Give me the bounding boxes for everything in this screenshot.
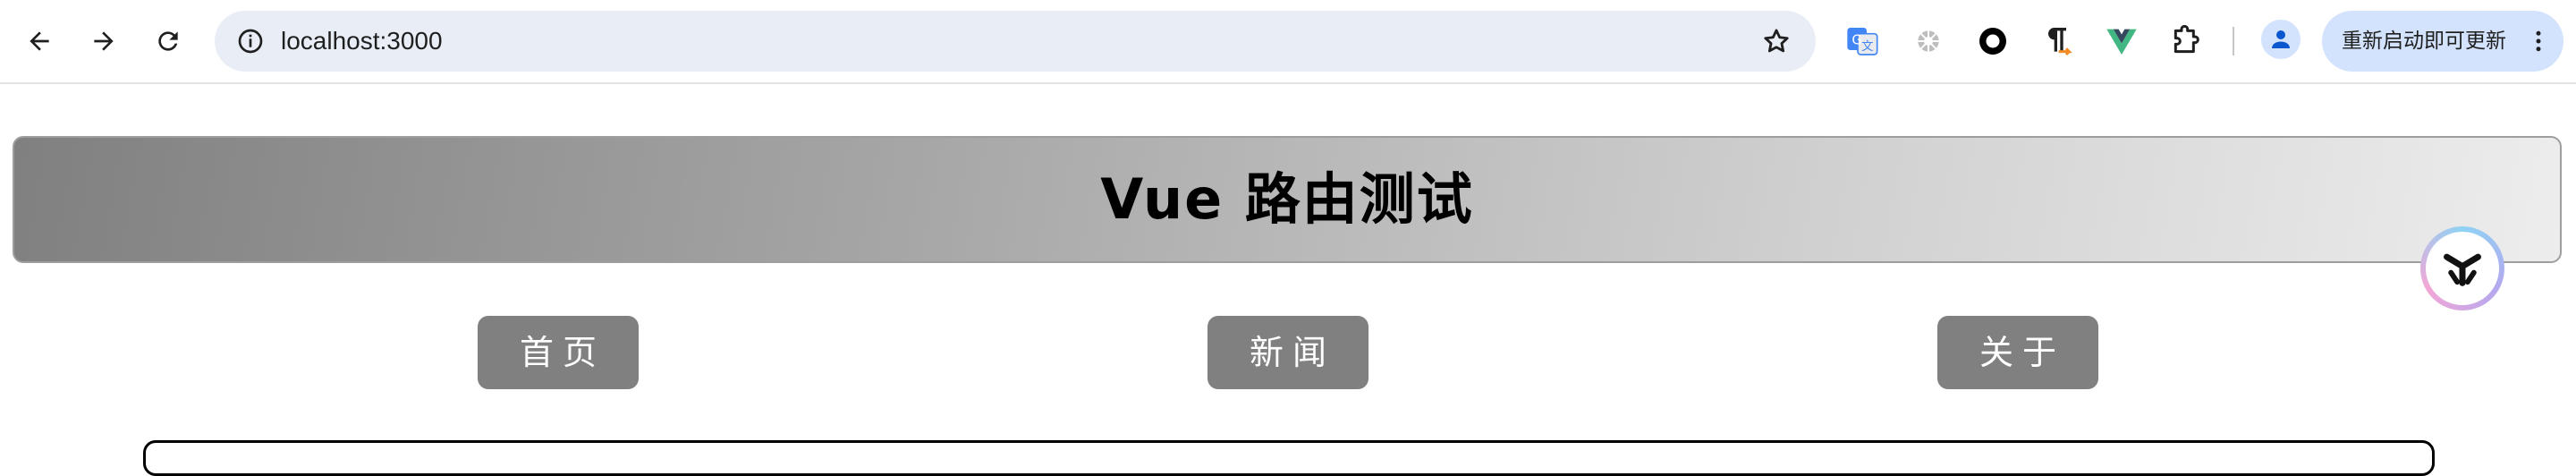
reload-button[interactable] xyxy=(143,16,193,66)
arrow-left-icon xyxy=(30,31,49,51)
assistant-floating-button[interactable] xyxy=(2420,226,2504,310)
pilcrow-extension-icon xyxy=(2048,28,2072,56)
browser-menu-button[interactable] xyxy=(2524,27,2553,55)
pilcrow-extension[interactable] xyxy=(2036,20,2079,63)
google-translate-extension[interactable]: G 文 xyxy=(1841,20,1884,63)
star-icon xyxy=(1764,29,1789,53)
nav-link-news[interactable]: 新闻 xyxy=(1208,316,1368,389)
url-text[interactable]: localhost:3000 xyxy=(281,11,443,72)
person-icon xyxy=(2272,30,2290,48)
extension-gear-icon xyxy=(1918,30,1939,52)
router-view-container xyxy=(143,440,2435,476)
forward-button[interactable] xyxy=(79,16,129,66)
vue-devtools-extension[interactable] xyxy=(2100,20,2143,63)
assistant-logo-icon xyxy=(2444,253,2481,286)
toolbar-divider xyxy=(2233,27,2234,55)
more-vertical-icon xyxy=(2536,30,2541,52)
relaunch-to-update-button[interactable]: 重新启动即可更新 xyxy=(2322,11,2563,72)
page-title: Vue 路由测试 xyxy=(1100,166,1474,232)
circle-extension-icon xyxy=(1979,28,2006,55)
address-bar[interactable]: localhost:3000 xyxy=(215,11,1816,72)
puzzle-extensions-icon xyxy=(2174,24,2199,54)
profile-avatar[interactable] xyxy=(2261,20,2301,59)
info-icon xyxy=(238,29,263,54)
nav-link-about[interactable]: 关于 xyxy=(1937,316,2098,389)
vue-devtools-icon xyxy=(2106,29,2137,55)
circle-extension[interactable] xyxy=(1971,20,2014,63)
gear-extension[interactable] xyxy=(1907,20,1950,63)
site-info-button[interactable] xyxy=(229,20,272,63)
svg-text:文: 文 xyxy=(1861,39,1873,54)
arrow-right-icon xyxy=(94,31,114,51)
google-translate-icon: G 文 xyxy=(1847,28,1878,55)
bookmark-button[interactable] xyxy=(1755,20,1798,63)
reload-icon xyxy=(158,31,178,51)
back-button[interactable] xyxy=(14,16,64,66)
page-header: Vue 路由测试 xyxy=(13,136,2562,263)
update-label: 重新启动即可更新 xyxy=(2342,30,2506,53)
assistant-inner xyxy=(2426,232,2499,305)
browser-toolbar: localhost:3000 G 文 重新启动即可更新 xyxy=(0,0,2576,84)
extensions-button[interactable] xyxy=(2165,20,2207,63)
nav-link-home[interactable]: 首页 xyxy=(478,316,639,389)
